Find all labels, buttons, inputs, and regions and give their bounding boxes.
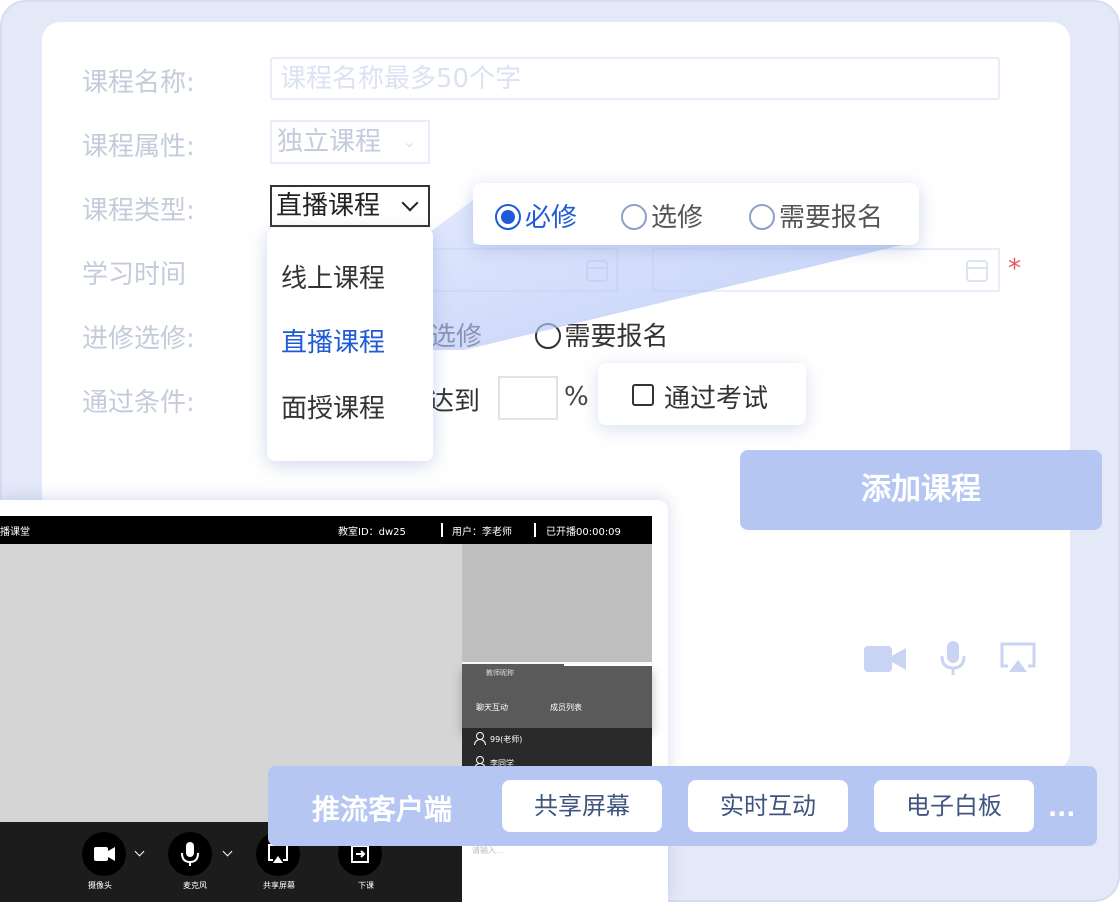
microphone-icon <box>940 641 966 675</box>
radio-required[interactable]: 必修 <box>495 197 577 234</box>
radio-label: 需要报名 <box>779 203 884 233</box>
dropdown-option-selected[interactable]: 直播课程 <box>281 322 385 359</box>
camera-button[interactable] <box>82 832 126 876</box>
microphone-icon <box>181 842 199 866</box>
screen-share-icon <box>1000 642 1036 672</box>
camera-icon <box>864 646 906 672</box>
percent-input[interactable] <box>498 376 558 420</box>
radio-signup[interactable]: 需要报名 <box>749 197 883 234</box>
radio-elective[interactable]: 选修 <box>621 197 703 234</box>
course-name-input[interactable]: 课程名称最多50个字 <box>270 57 1000 100</box>
feature-share-screen[interactable]: 共享屏幕 <box>502 780 662 832</box>
microphone-label: 麦克风 <box>183 881 207 890</box>
label-course-name: 课程名称: <box>82 68 195 98</box>
checkbox-icon[interactable] <box>632 384 654 406</box>
course-attribute-value: 独立课程 <box>277 127 382 157</box>
camera-label: 摄像头 <box>88 881 112 890</box>
condition-text: 达到 <box>428 387 481 417</box>
radio-circle-icon <box>749 204 775 230</box>
end-date-input[interactable] <box>652 248 1000 292</box>
pass-exam-checkbox[interactable]: 通过考试 <box>598 363 806 425</box>
radio-selected-icon <box>495 204 521 230</box>
elective-radio-group: 选修 需要报名 <box>430 316 669 353</box>
radio-circle-icon[interactable] <box>534 323 561 349</box>
add-course-button[interactable]: 添加课程 <box>740 450 1102 530</box>
label-course-type: 课程类型: <box>82 196 195 226</box>
course-type-value: 直播课程 <box>276 191 381 221</box>
start-date-input[interactable] <box>420 248 618 292</box>
course-type-select[interactable]: 直播课程 <box>270 185 430 227</box>
requirement-radio-popup: 必修 选修 需要报名 <box>473 183 919 245</box>
course-type-dropdown: 线上课程 直播课程 面授课程 <box>267 228 433 461</box>
divider <box>534 523 536 537</box>
live-top-bar: 播课堂 教室ID：dw25 用户：李老师 已开播00:00:09 <box>0 516 652 544</box>
divider <box>564 664 652 666</box>
calendar-icon <box>966 260 988 282</box>
course-attribute-select[interactable]: 独立课程 ⌄ <box>270 120 430 164</box>
tab-chat[interactable]: 聊天互动 <box>476 702 508 713</box>
current-user: 用户：李老师 <box>452 527 512 538</box>
tab-members[interactable]: 成员列表 <box>550 702 582 713</box>
chevron-down-icon: ⌄ <box>402 132 416 151</box>
teacher-caption: 教师昵称 <box>486 669 514 677</box>
feature-realtime-interaction[interactable]: 实时互动 <box>688 780 848 832</box>
list-item: 99(老师) <box>474 732 522 745</box>
divider <box>441 523 443 537</box>
classroom-id: 教室ID：dw25 <box>338 527 406 538</box>
chevron-down-icon <box>401 194 419 212</box>
camera-icon <box>94 847 115 861</box>
chat-input-hint[interactable]: 请输入... <box>472 845 504 856</box>
elective-option-label[interactable]: 选修 <box>430 322 482 352</box>
pass-exam-label: 通过考试 <box>664 384 769 414</box>
calendar-icon <box>586 260 608 282</box>
radio-label: 选修 <box>651 203 704 233</box>
radio-label: 必修 <box>525 203 578 233</box>
feature-whiteboard[interactable]: 电子白板 <box>874 780 1034 832</box>
end-class-label: 下课 <box>358 881 374 890</box>
dropdown-option[interactable]: 面授课程 <box>281 388 385 425</box>
live-title: 播课堂 <box>0 527 30 538</box>
elapsed-time: 已开播00:00:09 <box>546 527 621 538</box>
more-icon[interactable]: ... <box>1048 794 1075 822</box>
user-icon <box>474 732 486 745</box>
label-study-time: 学习时间 <box>82 260 187 290</box>
elective-option-label[interactable]: 需要报名 <box>565 322 669 352</box>
radio-circle-icon <box>621 204 647 230</box>
dropdown-option[interactable]: 线上课程 <box>281 258 385 295</box>
side-panel-header: 教师昵称 聊天互动 成员列表 <box>462 664 652 728</box>
percent-sign: % <box>564 382 589 412</box>
label-course-attribute: 课程属性: <box>82 132 195 162</box>
label-elective: 进修选修: <box>82 324 195 354</box>
microphone-button[interactable] <box>168 832 212 876</box>
label-pass-condition: 通过条件: <box>82 388 195 418</box>
push-client-title: 推流客户端 <box>312 793 453 826</box>
required-mark: * <box>1008 254 1021 284</box>
teacher-video <box>462 544 652 662</box>
member-name: 99(老师) <box>490 735 523 744</box>
share-screen-label: 共享屏幕 <box>263 881 295 890</box>
